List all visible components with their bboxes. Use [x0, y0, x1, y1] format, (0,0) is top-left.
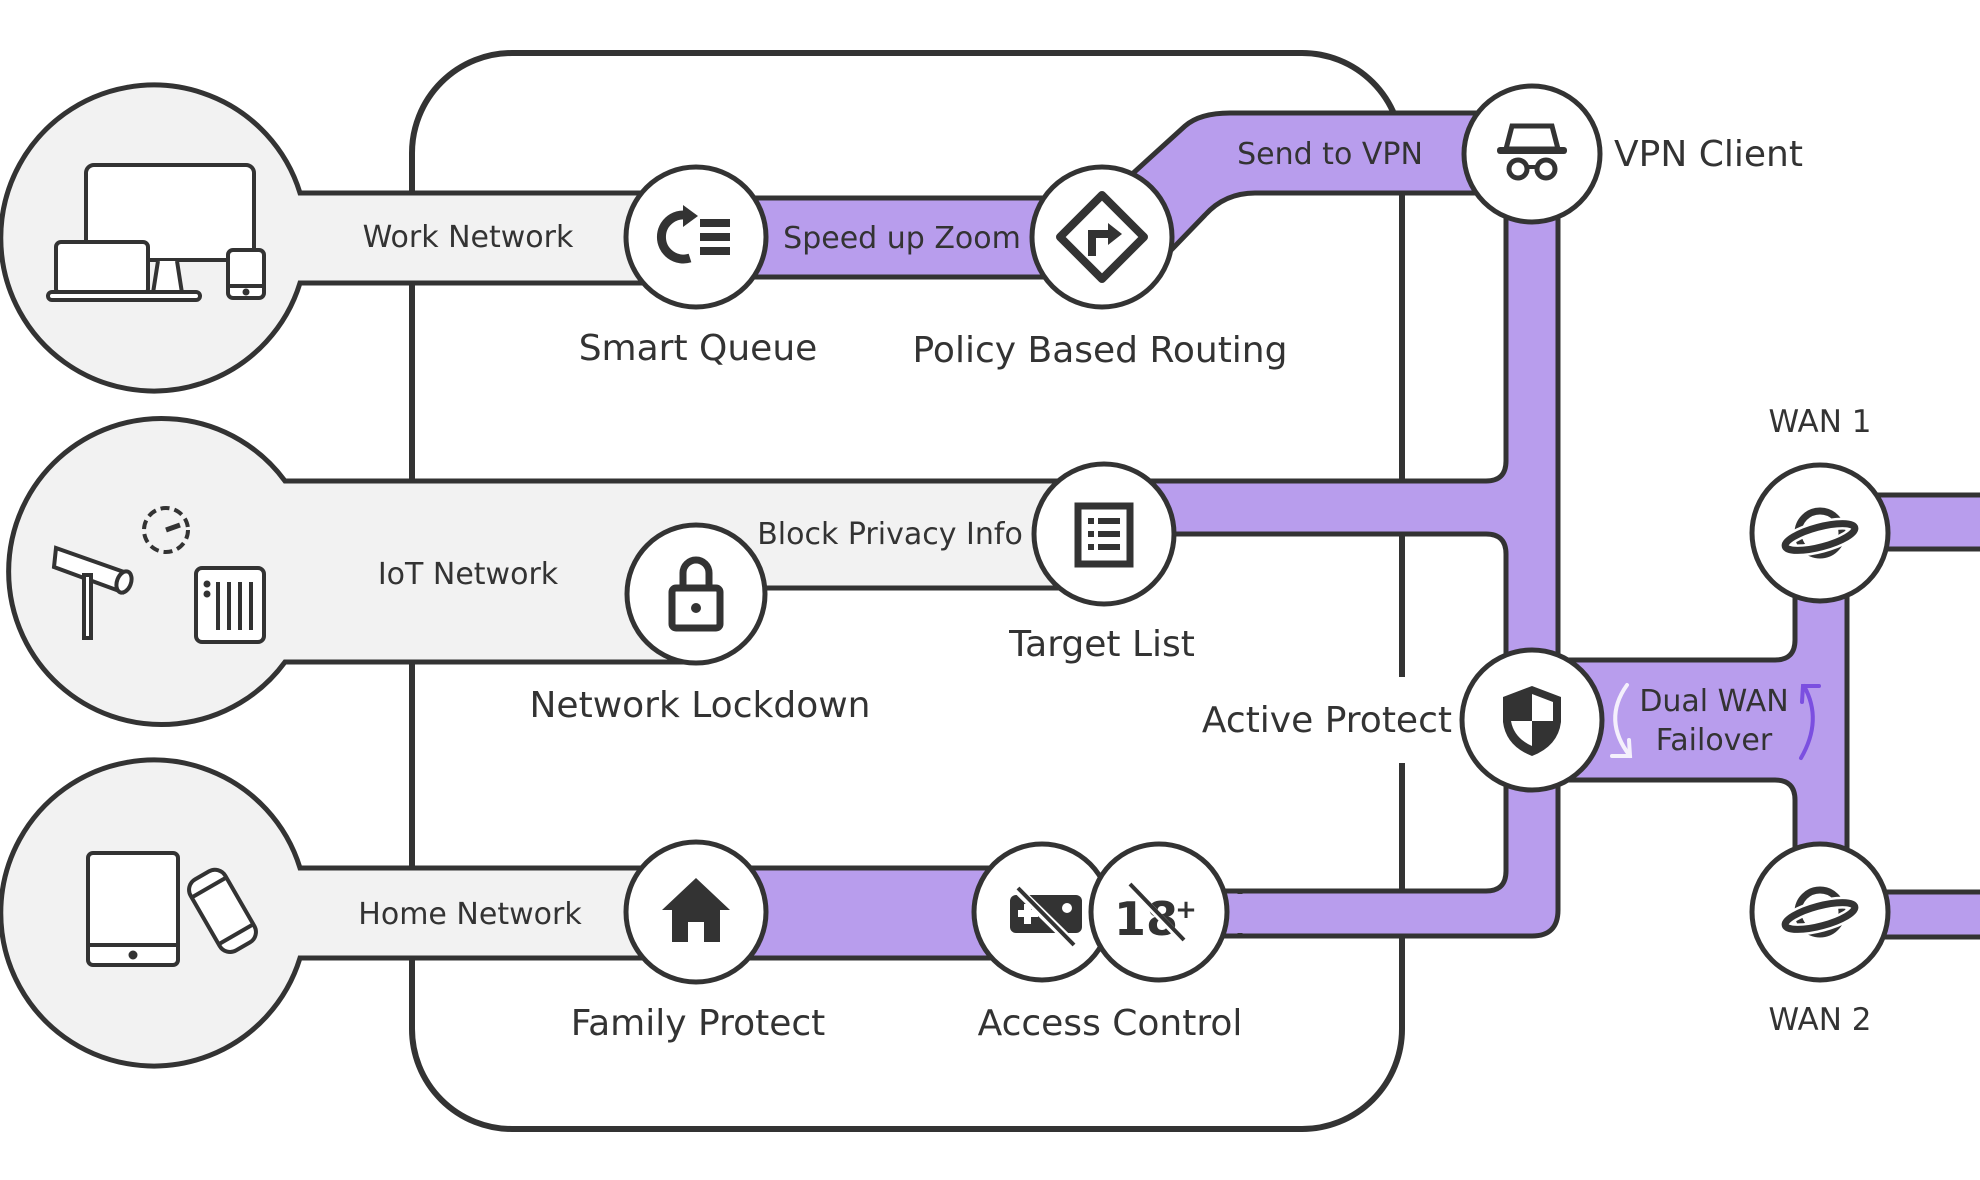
block-privacy-info-label: Block Privacy Info	[757, 517, 1023, 552]
wan1-label: WAN 1	[1769, 404, 1872, 440]
home-network-label: Home Network	[358, 897, 582, 932]
target-list-label: Target List	[1008, 624, 1195, 665]
smart-queue-node[interactable]	[623, 164, 769, 310]
wan2-node[interactable]	[1749, 841, 1891, 983]
smart-queue-label: Smart Queue	[579, 328, 818, 369]
speed-up-zoom-label: Speed up Zoom	[783, 221, 1021, 256]
network-lockdown-label: Network Lockdown	[530, 685, 871, 726]
wan2-label: WAN 2	[1769, 1002, 1872, 1038]
access-control-node[interactable]: 18 +	[971, 841, 1230, 983]
access-band-seam-fill	[1200, 894, 1520, 933]
iot-network-group: IoT Network Block Privacy Info	[6, 416, 1107, 727]
dual-wan-label-line2: Failover	[1656, 723, 1773, 758]
vpn-trunk-band	[1147, 157, 1561, 939]
network-diagram: Work Network Speed up Zoom Send to VPN D…	[0, 50, 1980, 1132]
iot-network-label: IoT Network	[378, 557, 559, 592]
active-protect-node[interactable]	[1459, 647, 1605, 793]
network-lockdown-node[interactable]	[624, 522, 768, 666]
dual-wan-label-line1: Dual WAN	[1639, 684, 1788, 719]
target-list-node[interactable]	[1031, 461, 1177, 607]
policy-based-routing-label: Policy Based Routing	[913, 330, 1288, 371]
wan1-node[interactable]	[1749, 462, 1891, 604]
svg-text:+: +	[1175, 895, 1197, 925]
access-control-label: Access Control	[978, 1003, 1243, 1044]
vpn-client-node[interactable]	[1461, 83, 1603, 225]
active-protect-label: Active Protect	[1202, 700, 1452, 741]
work-network-label: Work Network	[363, 220, 574, 255]
send-to-vpn-label: Send to VPN	[1237, 137, 1423, 172]
vpn-client-label: VPN Client	[1614, 134, 1803, 175]
family-protect-label: Family Protect	[571, 1003, 826, 1044]
family-protect-node[interactable]	[623, 839, 769, 985]
policy-based-routing-node[interactable]	[1029, 164, 1175, 310]
